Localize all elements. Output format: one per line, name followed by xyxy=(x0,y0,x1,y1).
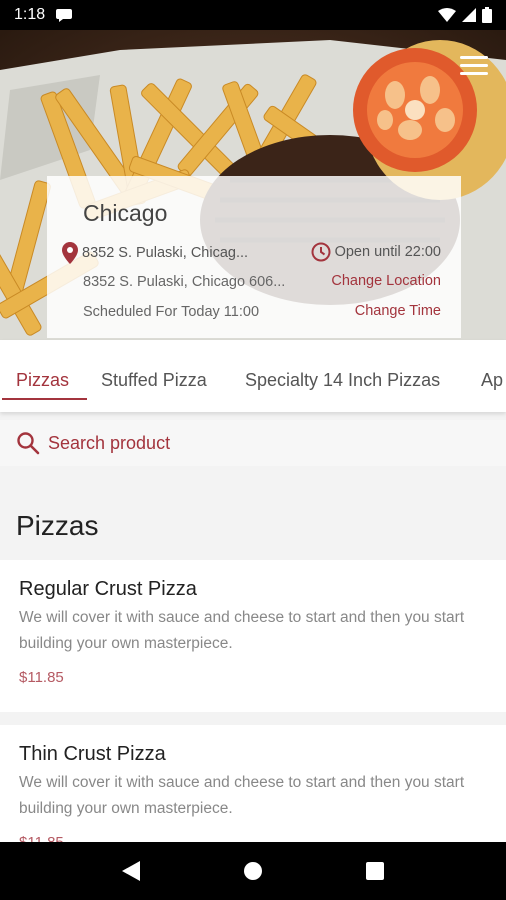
recents-square-icon xyxy=(366,862,384,880)
search-placeholder: Search product xyxy=(48,432,171,453)
product-name: Thin Crust Pizza xyxy=(19,743,166,765)
category-tabs: Pizzas Stuffed Pizza Specialty 14 Inch P… xyxy=(0,340,506,412)
change-location-link[interactable]: Change Location xyxy=(331,273,441,289)
search-bar[interactable]: Search product xyxy=(0,420,506,466)
status-time: 1:18 xyxy=(14,6,46,23)
location-city: Chicago xyxy=(83,200,168,226)
product-description: We will cover it with sauce and cheese t… xyxy=(19,774,465,817)
product-description: We will cover it with sauce and cheese t… xyxy=(19,609,465,652)
product-card[interactable]: Thin Crust Pizza We will cover it with s… xyxy=(0,725,506,845)
location-address-row: 8352 S. Pulaski, Chicag... xyxy=(62,242,248,264)
product-name: Regular Crust Pizza xyxy=(19,578,197,600)
map-pin-icon xyxy=(62,242,78,264)
clock-icon xyxy=(311,242,331,262)
product-card[interactable]: Regular Crust Pizza We will cover it wit… xyxy=(0,560,506,712)
location-schedule: Scheduled For Today 11:00 xyxy=(83,304,260,320)
search-icon xyxy=(17,432,40,455)
signal-icon xyxy=(462,8,476,22)
notification-icon xyxy=(56,9,73,22)
tab-stuffed-pizza[interactable]: Stuffed Pizza xyxy=(101,370,207,391)
opening-hours-text: Open until 22:00 xyxy=(334,244,441,260)
wifi-icon xyxy=(438,8,456,22)
tab-appetizers-partial[interactable]: Ap xyxy=(481,370,503,391)
system-navigation-bar xyxy=(0,842,506,900)
battery-icon xyxy=(482,7,492,23)
location-card: Chicago 8352 S. Pulaski, Chicag... 8352 … xyxy=(47,176,461,338)
hamburger-menu-icon[interactable] xyxy=(460,56,488,78)
section-title: Pizzas xyxy=(16,510,99,541)
app-screen: 1:18 Chicago 8352 S. Pulaski, Chicag... … xyxy=(0,0,506,900)
home-button[interactable] xyxy=(233,851,273,891)
recents-button[interactable] xyxy=(355,851,395,891)
tab-specialty-14-inch-pizzas[interactable]: Specialty 14 Inch Pizzas xyxy=(245,370,440,391)
location-address-full: 8352 S. Pulaski, Chicago 606... xyxy=(83,274,286,290)
tab-pizzas[interactable]: Pizzas xyxy=(16,370,69,391)
opening-hours: Open until 22:00 xyxy=(311,242,441,262)
product-price: $11.85 xyxy=(19,669,64,686)
active-tab-indicator xyxy=(2,398,87,400)
location-address-short: 8352 S. Pulaski, Chicag... xyxy=(82,245,249,261)
status-bar: 1:18 xyxy=(0,0,506,30)
back-button[interactable] xyxy=(111,851,151,891)
change-time-link[interactable]: Change Time xyxy=(355,303,441,319)
home-circle-icon xyxy=(244,862,262,880)
back-triangle-icon xyxy=(122,861,140,881)
